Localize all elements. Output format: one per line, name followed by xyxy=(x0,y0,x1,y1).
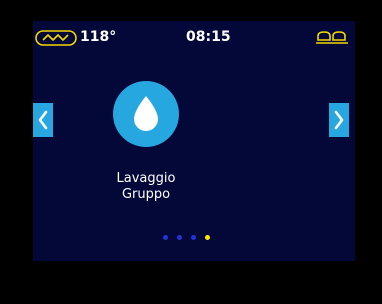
action-label-line2: Gruppo xyxy=(121,187,171,202)
previous-button[interactable] xyxy=(33,103,53,137)
clock: 08:15 xyxy=(186,29,231,45)
cups-icon xyxy=(316,31,348,44)
next-button[interactable] xyxy=(329,103,349,137)
action-label-line1: Lavaggio xyxy=(116,171,176,186)
status-bar: 118° 08:15 xyxy=(33,21,355,51)
boiler-heating-icon xyxy=(35,30,77,46)
action-label: Lavaggio Gruppo xyxy=(93,171,199,203)
water-drop-icon xyxy=(134,96,158,131)
display-screen: 118° 08:15 Lavaggio Gruppo xyxy=(33,21,355,261)
chevron-left-icon xyxy=(38,110,48,130)
page-dot xyxy=(177,235,182,240)
page-dot-active xyxy=(205,235,210,240)
temperature-readout: 118° xyxy=(80,29,117,45)
chevron-right-icon xyxy=(334,110,344,130)
page-dot xyxy=(191,235,196,240)
lavaggio-gruppo-button[interactable] xyxy=(113,81,179,147)
page-dot xyxy=(163,235,168,240)
page-indicator xyxy=(163,235,210,243)
